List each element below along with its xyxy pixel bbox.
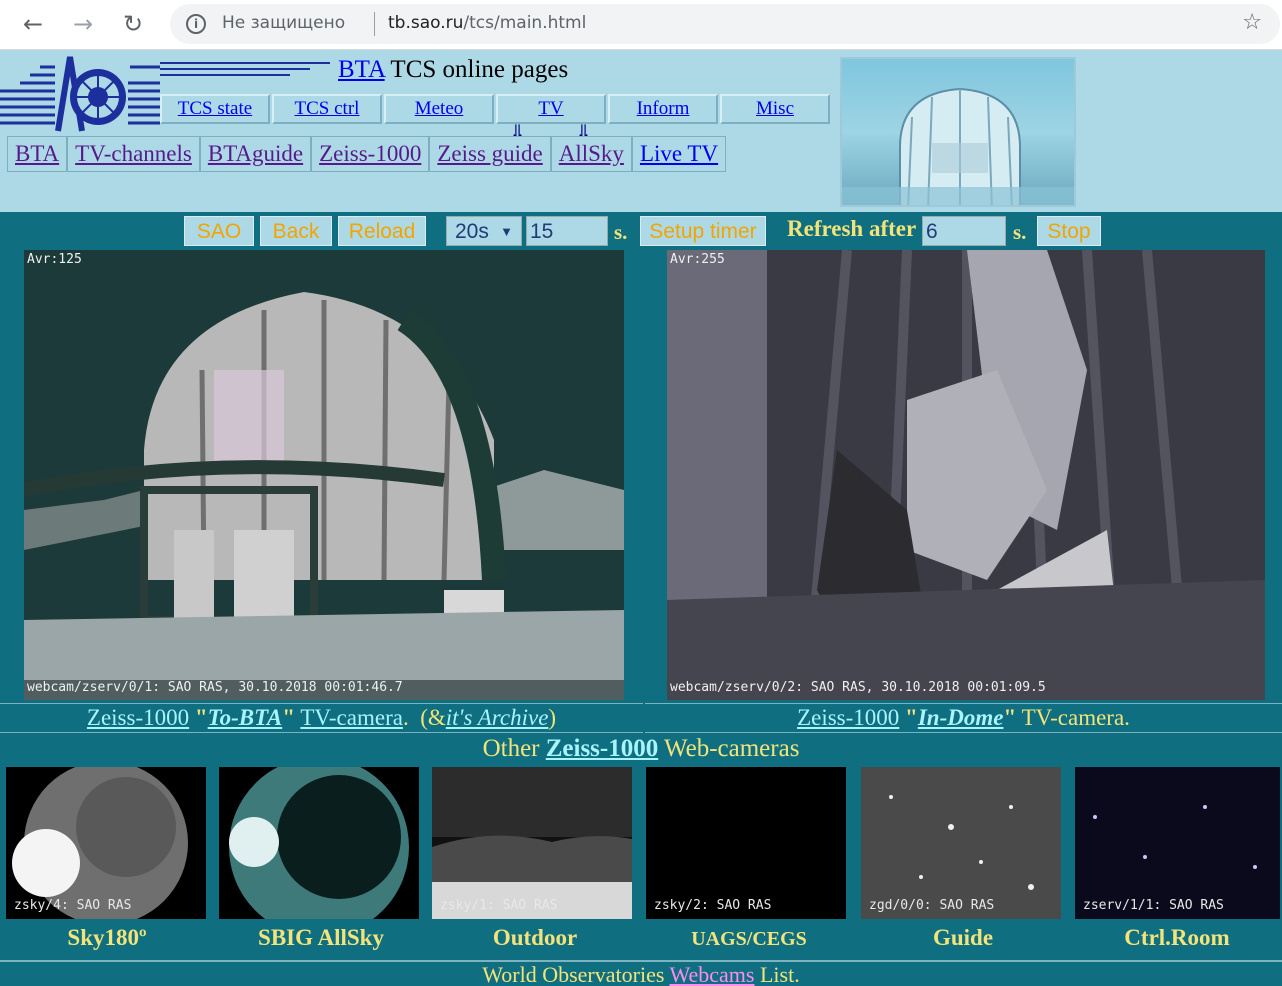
quote-close: " [1003, 705, 1017, 730]
camera-panel-to-bta: Avr:125 webcam/zserv/0/1: SAO RAS, 30.10… [0, 250, 643, 702]
zeiss-1000-link[interactable]: Zeiss-1000 [797, 705, 899, 730]
refresh-after-label: Refresh after [787, 216, 917, 241]
refresh-countdown-field: 6 [922, 216, 1006, 246]
setup-timer-button[interactable]: Setup timer [640, 216, 766, 246]
thumb-sky180[interactable]: zsky/4: SAO RAS [6, 767, 206, 919]
menu-tcs-ctrl[interactable]: TCS ctrl [272, 94, 382, 124]
archive-open-paren: (& [420, 705, 446, 730]
thumb-label-ctrl-room[interactable]: Ctrl.Room [1070, 925, 1282, 951]
back-button[interactable]: Back [260, 216, 332, 246]
avr-readout: Avr:125 [27, 252, 82, 267]
avr-readout: Avr:255 [670, 252, 725, 267]
thumb-label-outdoor[interactable]: Outdoor [428, 925, 642, 951]
archive-link[interactable]: it's Archive [446, 705, 549, 730]
dome-thumbnail-image[interactable] [840, 57, 1076, 207]
to-bta-caption: Zeiss-1000 "To-BTA" TV-camera. (&it's Ar… [0, 703, 643, 733]
timer-input[interactable]: 15 [526, 216, 608, 246]
submenu-allsky[interactable]: AllSky [552, 137, 633, 171]
webcam-thumbnails: zsky/4: SAO RAS zsky/1: SAO RAS zsky/2: … [0, 767, 1282, 959]
sao-logo-icon[interactable] [0, 53, 160, 135]
submenu-zeiss-guide[interactable]: Zeiss guide [430, 137, 552, 171]
top-frame: BTA TCS online pages TCS state TCS ctrl … [0, 50, 1282, 212]
url-path: /tcs/main.html [463, 13, 587, 33]
back-arrow-icon[interactable]: ← [18, 9, 48, 39]
thumb-caption-overlay: zsky/1: SAO RAS [440, 898, 558, 913]
thumb-uags-cegs[interactable]: zsky/2: SAO RAS [646, 767, 846, 919]
submenu-zeiss-1000[interactable]: Zeiss-1000 [312, 137, 431, 171]
bookmark-star-icon[interactable]: ☆ [1242, 10, 1262, 35]
sao-button[interactable]: SAO [184, 216, 254, 246]
logo-stripes-icon [160, 62, 330, 76]
bta-title-link[interactable]: BTA [338, 56, 385, 83]
thumb-outdoor[interactable]: zsky/1: SAO RAS [432, 767, 632, 919]
menu-tcs-state[interactable]: TCS state [160, 94, 270, 124]
reload-button[interactable]: Reload [338, 216, 426, 246]
url-text[interactable]: tb.sao.ru/tcs/main.html [388, 13, 586, 33]
submenu-live-tv[interactable]: Live TV [633, 137, 725, 171]
in-dome-link[interactable]: In-Dome [918, 705, 1004, 730]
timer-unit-label: s. [614, 220, 628, 244]
url-host: tb.sao.ru [388, 13, 464, 33]
zeiss-1000-link[interactable]: Zeiss-1000 [87, 705, 189, 730]
webcams-list-link[interactable]: Webcams [670, 962, 755, 986]
submenu-tv-channels[interactable]: TV-channels [68, 137, 201, 171]
caption-period: . [402, 705, 409, 730]
interval-select[interactable]: 20s ▼ [446, 216, 522, 246]
other-prefix: Other [482, 735, 546, 762]
footer-prefix: World Observatories [482, 962, 670, 986]
main-menu: TCS state TCS ctrl Meteo TV Inform Misc [160, 94, 832, 124]
refresh-unit-label: s. [1013, 220, 1027, 244]
thumb-label-sbig-allsky[interactable]: SBIG AllSky [214, 925, 428, 951]
submenu-bta[interactable]: BTA [8, 137, 69, 171]
thumb-caption-overlay: zgd/0/0: SAO RAS [869, 898, 995, 913]
footer: World Observatories Webcams List. [0, 960, 1282, 986]
to-bta-camera-image[interactable]: Avr:125 webcam/zserv/0/1: SAO RAS, 30.10… [24, 250, 624, 700]
menu-meteo[interactable]: Meteo [384, 94, 494, 124]
tv-submenu: BTA TV-channels BTAguide Zeiss-1000 Zeis… [7, 136, 727, 172]
thumb-label-sky180[interactable]: Sky180º [0, 925, 214, 951]
in-dome-camera-image[interactable]: Avr:255 webcam/zserv/0/2: SAO RAS, 30.10… [667, 250, 1265, 700]
tv-camera-text: TV-camera. [1021, 705, 1130, 730]
footer-suffix: List. [754, 962, 800, 986]
browser-toolbar: ← → ↻ i Не защищено tb.sao.ru/tcs/main.h… [0, 0, 1282, 50]
camera-timestamp: webcam/zserv/0/2: SAO RAS, 30.10.2018 00… [670, 680, 1046, 695]
to-bta-link[interactable]: To-BTA [208, 705, 283, 730]
site-title-text: TCS online pages [384, 56, 569, 83]
quote-open: " [905, 705, 918, 730]
site-title: BTA TCS online pages [338, 56, 568, 84]
info-icon[interactable]: i [186, 14, 206, 34]
interval-value: 20s [455, 220, 489, 243]
other-suffix: Web-cameras [658, 735, 800, 762]
thumb-caption-overlay: zsky/4: SAO RAS [14, 898, 132, 913]
quote-close: " [282, 705, 295, 730]
quote-open: " [194, 705, 208, 730]
thumb-guide[interactable]: zgd/0/0: SAO RAS [861, 767, 1061, 919]
thumb-label-uags-cegs[interactable]: UAGS/CEGS [642, 928, 856, 951]
menu-misc[interactable]: Misc [720, 94, 830, 124]
thumb-caption-overlay: zsky/2: SAO RAS [654, 898, 772, 913]
stop-button[interactable]: Stop [1037, 216, 1101, 246]
thumb-label-guide[interactable]: Guide [856, 925, 1070, 951]
submenu-btaguide[interactable]: BTAguide [201, 137, 313, 171]
other-zeiss-link[interactable]: Zeiss-1000 [546, 735, 659, 762]
tv-camera-link[interactable]: TV-camera [300, 705, 403, 730]
url-divider [374, 12, 375, 36]
thumb-sbig-allsky[interactable] [219, 767, 419, 919]
control-bar: SAO Back Reload 20s ▼ 15 s. Setup timer R… [0, 212, 1282, 250]
camera-panel-in-dome: Avr:255 webcam/zserv/0/2: SAO RAS, 30.10… [645, 250, 1282, 702]
forward-arrow-icon[interactable]: → [68, 9, 98, 39]
security-status[interactable]: Не защищено [222, 13, 345, 33]
in-dome-caption: Zeiss-1000 "In-Dome" TV-camera. [645, 703, 1282, 733]
caret-down-icon: ▼ [500, 224, 513, 239]
address-bar[interactable]: i Не защищено tb.sao.ru/tcs/main.html ☆ [170, 4, 1280, 44]
reload-icon[interactable]: ↻ [118, 9, 148, 39]
camera-timestamp: webcam/zserv/0/1: SAO RAS, 30.10.2018 00… [27, 680, 403, 695]
thumb-ctrl-room[interactable]: zserv/1/1: SAO RAS [1075, 767, 1280, 919]
other-webcams-heading: Other Zeiss-1000 Web-cameras [0, 735, 1282, 767]
menu-inform[interactable]: Inform [608, 94, 718, 124]
archive-close-paren: ) [548, 705, 557, 730]
thumb-caption-overlay: zserv/1/1: SAO RAS [1083, 898, 1224, 913]
